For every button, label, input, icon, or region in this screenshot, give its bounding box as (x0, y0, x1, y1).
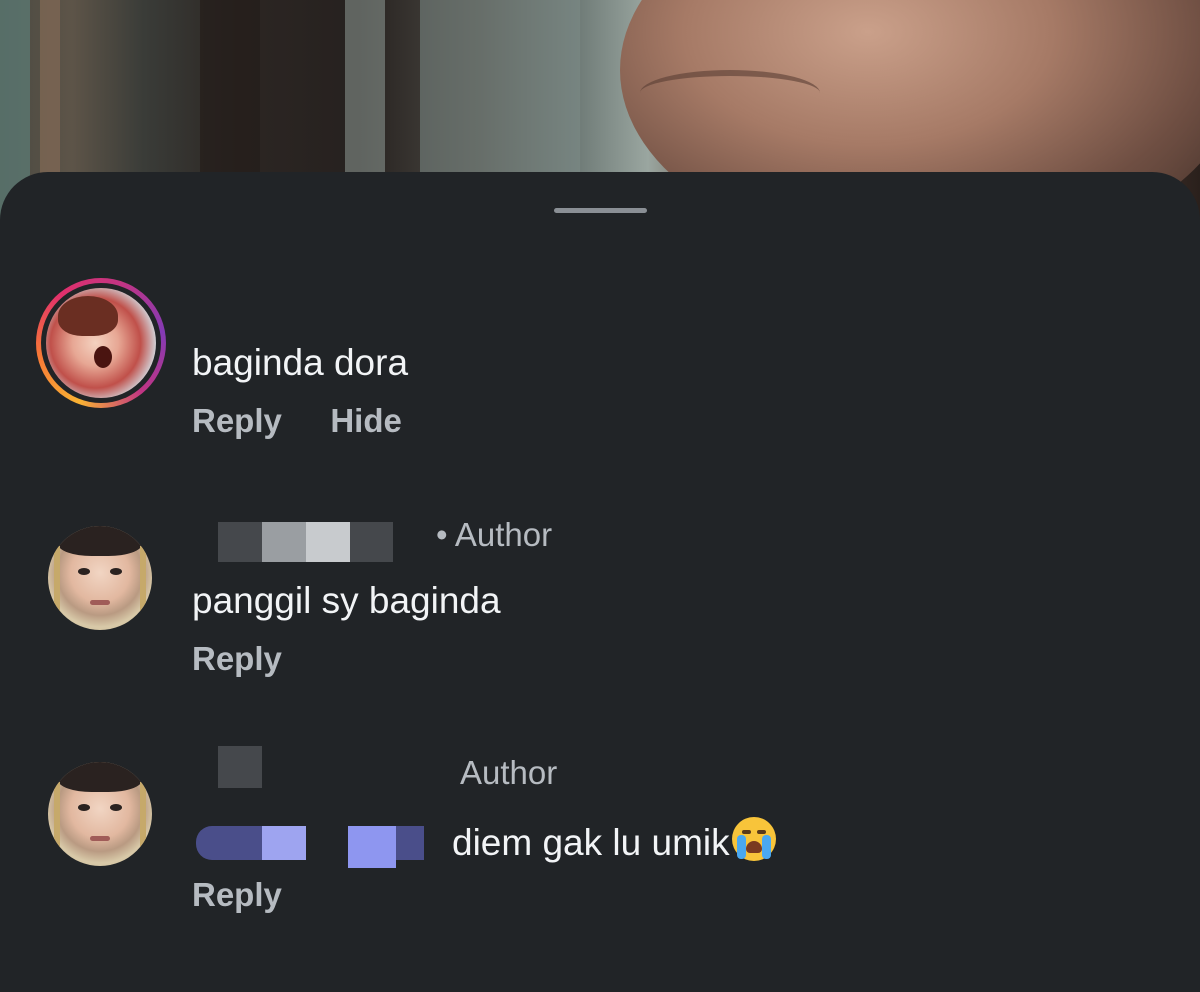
drag-handle[interactable] (554, 208, 647, 213)
redacted-mention (196, 818, 442, 868)
reply-button[interactable]: Reply (192, 876, 282, 914)
comment-actions: Reply (192, 640, 326, 678)
author-badge: Author (460, 754, 558, 791)
loudly-crying-face-icon (731, 817, 776, 861)
comment-actions: Reply (192, 876, 326, 914)
redacted-username (218, 746, 262, 788)
comment-text: panggil sy baginda (192, 580, 501, 621)
comments-sheet: baginda dora Reply Hide • Author panggil… (0, 172, 1200, 992)
comment-text: diem gak lu umik (452, 817, 776, 864)
avatar[interactable] (48, 526, 152, 630)
story-avatar[interactable] (36, 278, 166, 408)
avatar[interactable] (48, 762, 152, 866)
author-badge: • Author (436, 516, 553, 553)
reply-button[interactable]: Reply (192, 402, 282, 440)
comment-text: baginda dora (192, 342, 409, 383)
reply-button[interactable]: Reply (192, 640, 282, 678)
comment-actions: Reply Hide (192, 402, 446, 440)
hide-button[interactable]: Hide (330, 402, 402, 440)
redacted-username (218, 522, 393, 562)
